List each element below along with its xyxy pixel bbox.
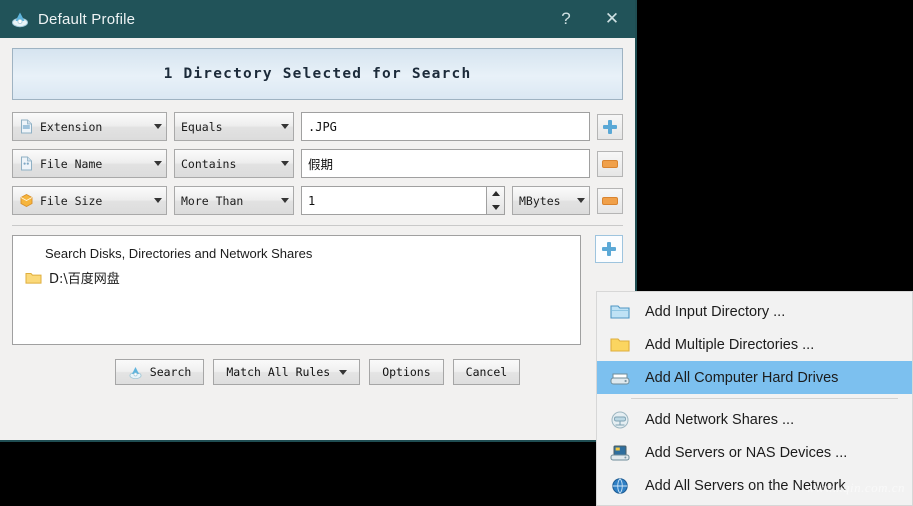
menu-item-label: Add Network Shares ... [645, 411, 795, 428]
chevron-down-icon [281, 198, 289, 203]
options-button-label: Options [382, 365, 431, 379]
match-rules-label: Match All Rules [226, 365, 331, 379]
cancel-button-label: Cancel [465, 365, 508, 379]
app-search-icon [10, 9, 30, 29]
directory-list-row: Search Disks, Directories and Network Sh… [12, 235, 623, 345]
divider [12, 225, 623, 226]
directory-path: D:\百度网盘 [49, 272, 120, 287]
filter-value-input-0[interactable]: .JPG [301, 112, 590, 141]
chevron-down-icon [577, 198, 585, 203]
search-dialog: Default Profile ? ✕ 1 Directory Selected… [0, 0, 637, 442]
chevron-down-icon [154, 161, 162, 166]
stepper-up-icon[interactable] [491, 191, 500, 197]
chevron-down-icon [154, 124, 162, 129]
search-icon [128, 365, 143, 380]
search-button[interactable]: Search [114, 359, 205, 385]
filter-type-label-1: File Name [40, 156, 103, 171]
extension-file-icon [19, 119, 34, 134]
filter-operator-label-0: Equals [181, 119, 223, 134]
filter-row-extension: Extension Equals .JPG [12, 112, 623, 141]
chevron-down-icon [281, 161, 289, 166]
filesize-box-icon [19, 193, 34, 208]
filter-row-filesize: File Size More Than 1 MBytes [12, 186, 623, 215]
filter-operator-label-2: More Than [181, 193, 244, 208]
chevron-down-icon [154, 198, 162, 203]
menu-item-label: Add Servers or NAS Devices ... [645, 444, 848, 461]
close-button[interactable]: ✕ [589, 0, 635, 38]
minus-icon [602, 159, 618, 168]
filter-type-select-0[interactable]: Extension [12, 112, 167, 141]
chevron-down-icon [281, 124, 289, 129]
directory-list[interactable]: Search Disks, Directories and Network Sh… [12, 235, 581, 345]
filter-value-input-1[interactable]: 假期 [301, 149, 590, 178]
dialog-button-row: Search Match All Rules Options Cancel [12, 359, 623, 385]
plus-icon [602, 242, 616, 256]
menu-separator [631, 398, 898, 399]
dialog-body: 1 Directory Selected for Search Extensio… [0, 38, 635, 442]
match-rules-select[interactable]: Match All Rules [213, 359, 361, 385]
menu-item-add-network-shares[interactable]: Add Network Shares ... [597, 403, 912, 436]
menu-item-add-input-directory[interactable]: Add Input Directory ... [597, 295, 912, 328]
filter-type-label-0: Extension [40, 119, 103, 134]
selection-banner: 1 Directory Selected for Search [12, 48, 623, 100]
search-button-label: Search [149, 365, 192, 379]
chevron-down-icon [339, 369, 348, 375]
menu-item-label: Add All Computer Hard Drives [645, 369, 839, 386]
help-button[interactable]: ? [543, 0, 589, 38]
menu-item-label: Add All Servers on the Network [645, 477, 846, 494]
menu-item-label: Add Multiple Directories ... [645, 336, 815, 353]
filter-type-label-2: File Size [40, 193, 103, 208]
title-bar: Default Profile ? ✕ [0, 0, 635, 38]
filter-operator-select-0[interactable]: Equals [174, 112, 294, 141]
filter-type-select-1[interactable]: File Name [12, 149, 167, 178]
add-rule-button[interactable] [597, 113, 623, 140]
folder-icon [25, 271, 42, 285]
add-directory-button[interactable] [595, 235, 623, 263]
filesize-stepper[interactable] [487, 186, 505, 215]
menu-item-add-servers-or-nas[interactable]: Add Servers or NAS Devices ... [597, 436, 912, 469]
remove-rule-button-1[interactable] [597, 150, 623, 177]
filter-row-filename: File Name Contains 假期 [12, 149, 623, 178]
filter-operator-label-1: Contains [181, 156, 237, 171]
selection-banner-text: 1 Directory Selected for Search [163, 66, 472, 82]
stepper-down-icon[interactable] [491, 204, 500, 210]
add-directory-button-wrap [588, 235, 623, 263]
directory-list-header: Search Disks, Directories and Network Sh… [45, 246, 313, 261]
server-nas-icon [609, 443, 631, 463]
filter-type-select-2[interactable]: File Size [12, 186, 167, 215]
window-title: Default Profile [38, 10, 136, 28]
options-button[interactable]: Options [369, 359, 444, 385]
blue-folder-icon [609, 302, 631, 322]
minus-icon [602, 196, 618, 205]
menu-item-label: Add Input Directory ... [645, 303, 786, 320]
remove-rule-button-2[interactable] [597, 187, 623, 214]
menu-item-add-all-hard-drives[interactable]: Add All Computer Hard Drives [597, 361, 912, 394]
filesize-unit-select[interactable]: MBytes [512, 186, 590, 215]
filter-value-input-2[interactable]: 1 [301, 186, 487, 215]
filesize-unit-label: MBytes [519, 193, 561, 208]
menu-item-add-multiple-directories[interactable]: Add Multiple Directories ... [597, 328, 912, 361]
filter-operator-select-2[interactable]: More Than [174, 186, 294, 215]
list-item[interactable]: D:\百度网盘 [19, 267, 574, 287]
harddrive-icon [609, 368, 631, 388]
plus-icon [603, 119, 617, 134]
filename-file-icon [19, 156, 34, 171]
filter-operator-select-1[interactable]: Contains [174, 149, 294, 178]
network-share-icon [609, 410, 631, 430]
yellow-folder-icon [609, 335, 631, 355]
add-directory-context-menu: Add Input Directory ... Add Multiple Dir… [596, 291, 913, 506]
globe-icon [609, 476, 631, 496]
cancel-button[interactable]: Cancel [452, 359, 521, 385]
menu-item-add-all-servers-network[interactable]: Add All Servers on the Network [597, 469, 912, 502]
